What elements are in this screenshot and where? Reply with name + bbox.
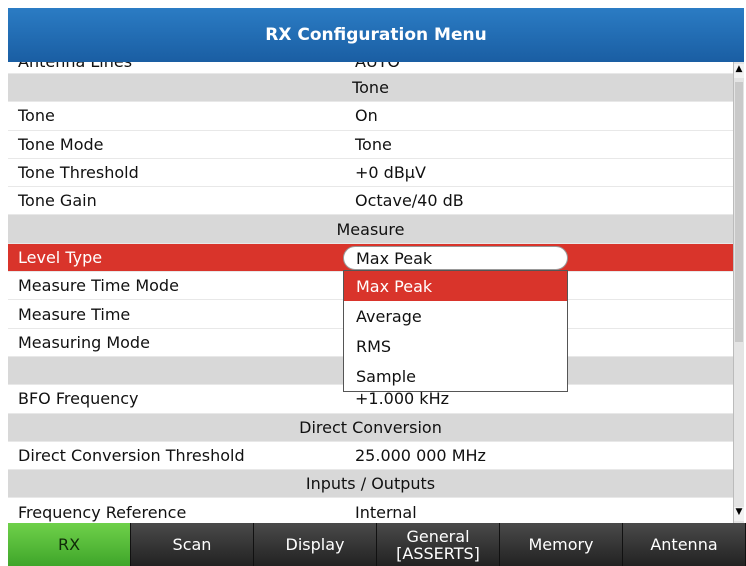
section-title: Inputs / Outputs [305,474,436,494]
softkey-antenna[interactable]: Antenna [623,523,746,566]
list-row-direct-conversion-threshold[interactable]: Direct Conversion Threshold 25.000 000 M… [8,442,733,471]
row-value: +0 dBµV [355,163,426,183]
section-header-tone: Tone [8,74,733,103]
scroll-thumb[interactable] [735,82,743,342]
row-value: On [355,106,378,126]
row-label: Level Type [18,247,103,267]
row-label: Direct Conversion Threshold [18,446,245,465]
softkey-bar: RX Scan Display General [ASSERTS] Memory… [8,523,746,566]
row-label: BFO Frequency [18,389,139,409]
list-row-frequency-reference[interactable]: Frequency Reference Internal [8,498,733,523]
row-value: +1.000 kHz [355,389,449,409]
section-header-measure: Measure [8,215,733,244]
list-row-antenna-lines[interactable]: Antenna Lines AUTO [8,62,733,74]
window-title: RX Configuration Menu [8,8,744,62]
section-header-inputs-outputs: Inputs / Outputs [8,470,733,499]
level-type-select[interactable]: Max Peak [343,246,568,270]
section-title: Tone [352,78,389,98]
dropdown-option-rms[interactable]: RMS [344,331,567,361]
section-title: Measure [336,219,405,239]
dropdown-option-max-peak[interactable]: Max Peak [344,271,567,301]
softkey-display[interactable]: Display [254,523,377,566]
softkey-general[interactable]: General [ASSERTS] [377,523,500,566]
row-label: Tone [18,106,55,126]
section-header-direct-conversion: Direct Conversion [8,413,733,442]
row-label: Antenna Lines [18,62,132,71]
list-row-tone[interactable]: Tone On [8,102,733,131]
row-value: 25.000 000 MHz [355,446,486,465]
list-scrollbar[interactable]: ▲ ▼ [733,62,744,523]
dropdown-option-average[interactable]: Average [344,301,567,331]
level-type-dropdown: Max Peak Average RMS Sample [343,270,568,392]
row-label: Tone Mode [18,134,104,154]
row-value: Tone [355,134,392,154]
list-row-tone-gain[interactable]: Tone Gain Octave/40 dB [8,187,733,216]
row-label: Tone Threshold [18,163,139,183]
softkey-rx[interactable]: RX [8,523,131,566]
row-label: Tone Gain [18,191,97,211]
scroll-down-arrow-icon[interactable]: ▼ [734,507,744,521]
softkey-general-line1: General [406,526,470,546]
softkey-general-line2: [ASSERTS] [396,543,480,563]
list-row-tone-mode[interactable]: Tone Mode Tone [8,131,733,159]
row-label: Measure Time Mode [18,276,179,296]
section-title: Direct Conversion [299,417,442,437]
dropdown-option-sample[interactable]: Sample [344,361,567,391]
softkey-scan[interactable]: Scan [131,523,254,566]
softkey-memory[interactable]: Memory [500,523,623,566]
row-label: Measuring Mode [18,332,150,352]
row-value: Internal [355,502,417,522]
row-value: Octave/40 dB [355,191,464,211]
row-label: Measure Time [18,304,131,324]
row-value: AUTO [355,62,400,71]
list-row-tone-threshold[interactable]: Tone Threshold +0 dBµV [8,159,733,188]
row-label: Frequency Reference [18,502,187,522]
scroll-up-arrow-icon[interactable]: ▲ [734,64,744,78]
